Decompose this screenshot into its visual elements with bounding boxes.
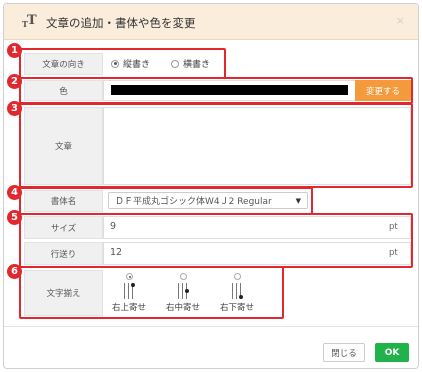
annotation-box-3 bbox=[19, 103, 413, 188]
ok-button[interactable]: OK bbox=[375, 343, 409, 362]
annotation-box-1 bbox=[19, 48, 226, 79]
close-icon[interactable]: × bbox=[396, 14, 405, 27]
badge-4: 4 bbox=[7, 185, 22, 200]
annotation-box-5 bbox=[19, 213, 413, 268]
dialog-title: 文章の追加・書体や色を変更 bbox=[46, 16, 196, 30]
dialog-header: TT 文章の追加・書体や色を変更 × bbox=[4, 4, 418, 40]
badge-6: 6 bbox=[7, 264, 22, 279]
close-button[interactable]: 閉じる bbox=[323, 343, 365, 362]
footer-divider bbox=[4, 326, 418, 327]
dialog: TT 文章の追加・書体や色を変更 × 文章の向き 縦書き 横書き 色 変更する … bbox=[3, 3, 419, 369]
badge-3: 3 bbox=[7, 101, 22, 116]
annotation-box-6 bbox=[19, 266, 284, 319]
badge-5: 5 bbox=[7, 210, 22, 225]
annotation-box-4 bbox=[19, 187, 313, 215]
text-tool-icon: TT bbox=[22, 13, 37, 29]
badge-2: 2 bbox=[7, 74, 22, 89]
badge-1: 1 bbox=[7, 43, 22, 58]
annotation-box-2 bbox=[19, 77, 413, 104]
